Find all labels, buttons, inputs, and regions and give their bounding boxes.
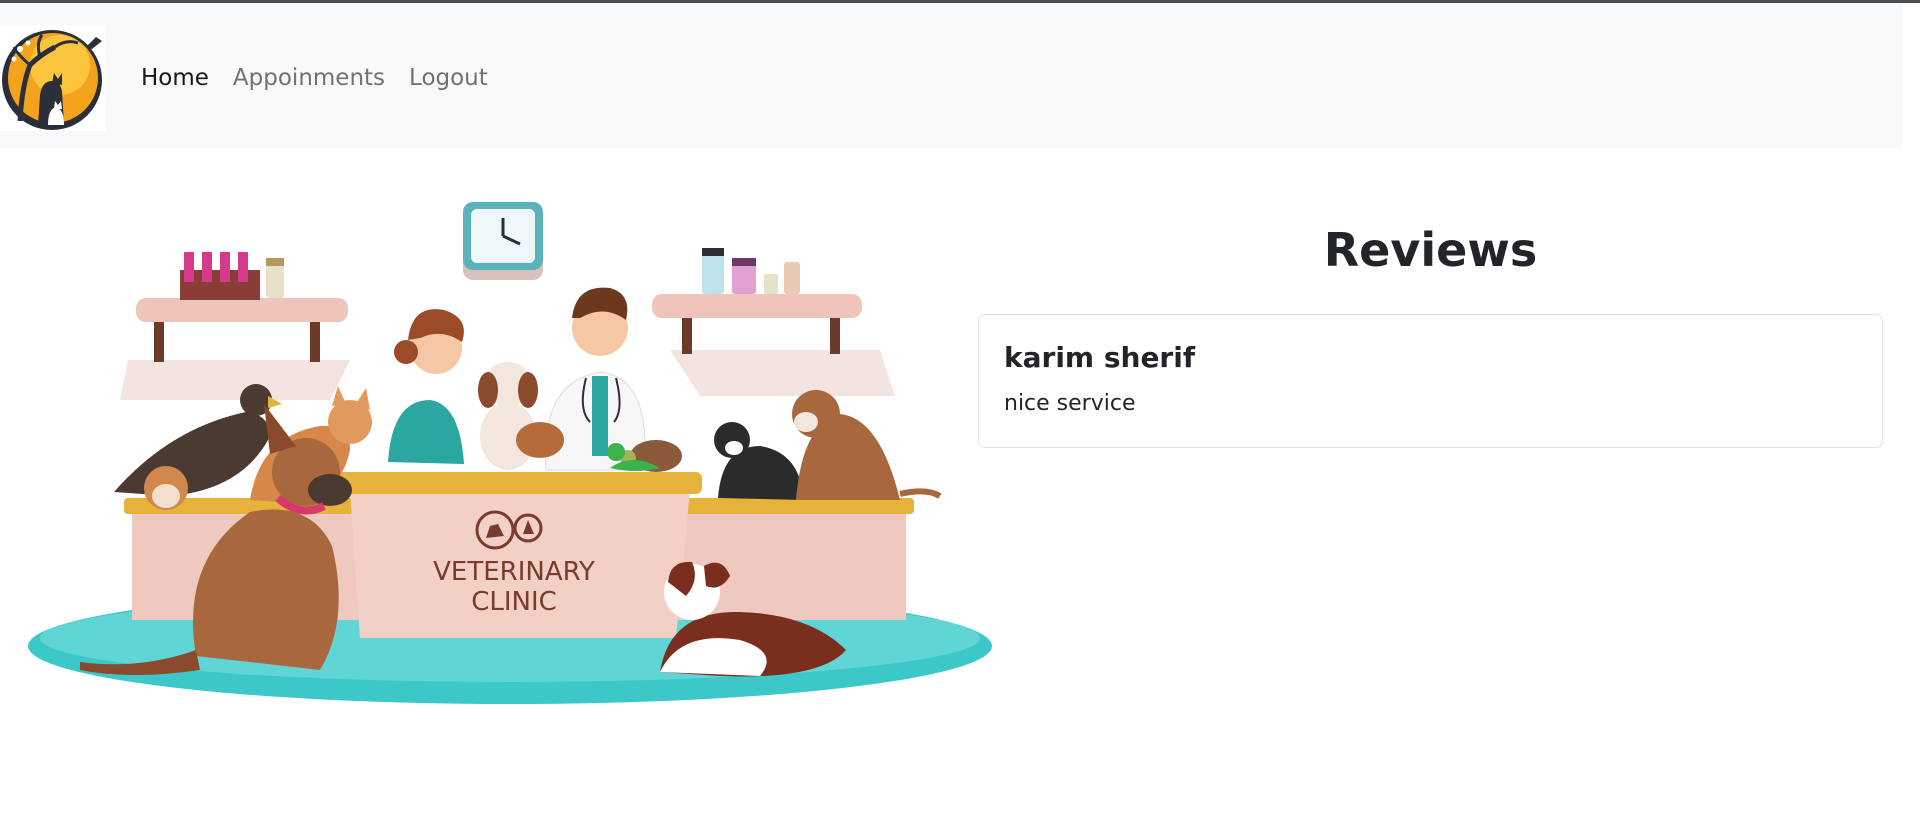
clinic-logo[interactable] — [0, 25, 106, 131]
reviews-title: Reviews — [1323, 223, 1538, 277]
hamster — [144, 466, 188, 510]
review-author: karim sherif — [1004, 341, 1196, 374]
clock-icon — [463, 202, 543, 280]
nav-links: Home Appoinments Logout — [141, 61, 488, 95]
review-text: nice service — [1004, 391, 1136, 416]
reception-counter: VETERINARY CLINIC — [338, 472, 702, 638]
veterinary-clinic-illustration: VETERINARY CLINIC — [20, 200, 1000, 710]
right-shelf — [652, 248, 895, 396]
review-card: karim sherif nice service — [978, 314, 1883, 448]
nav-link-logout[interactable]: Logout — [409, 61, 488, 95]
counter-sign-line1: VETERINARY — [433, 557, 595, 587]
left-shelf — [120, 252, 350, 400]
tuxedo-cat — [714, 422, 804, 500]
counter-sign-line2: CLINIC — [471, 587, 557, 617]
nav-link-home[interactable]: Home — [141, 61, 209, 95]
veterinary-clinic-logo-icon — [2, 30, 102, 130]
brown-puppy — [792, 390, 942, 500]
navbar: Home Appoinments Logout — [0, 3, 1902, 148]
nav-link-appointments[interactable]: Appoinments — [233, 61, 385, 95]
nurse-figure — [388, 309, 464, 464]
